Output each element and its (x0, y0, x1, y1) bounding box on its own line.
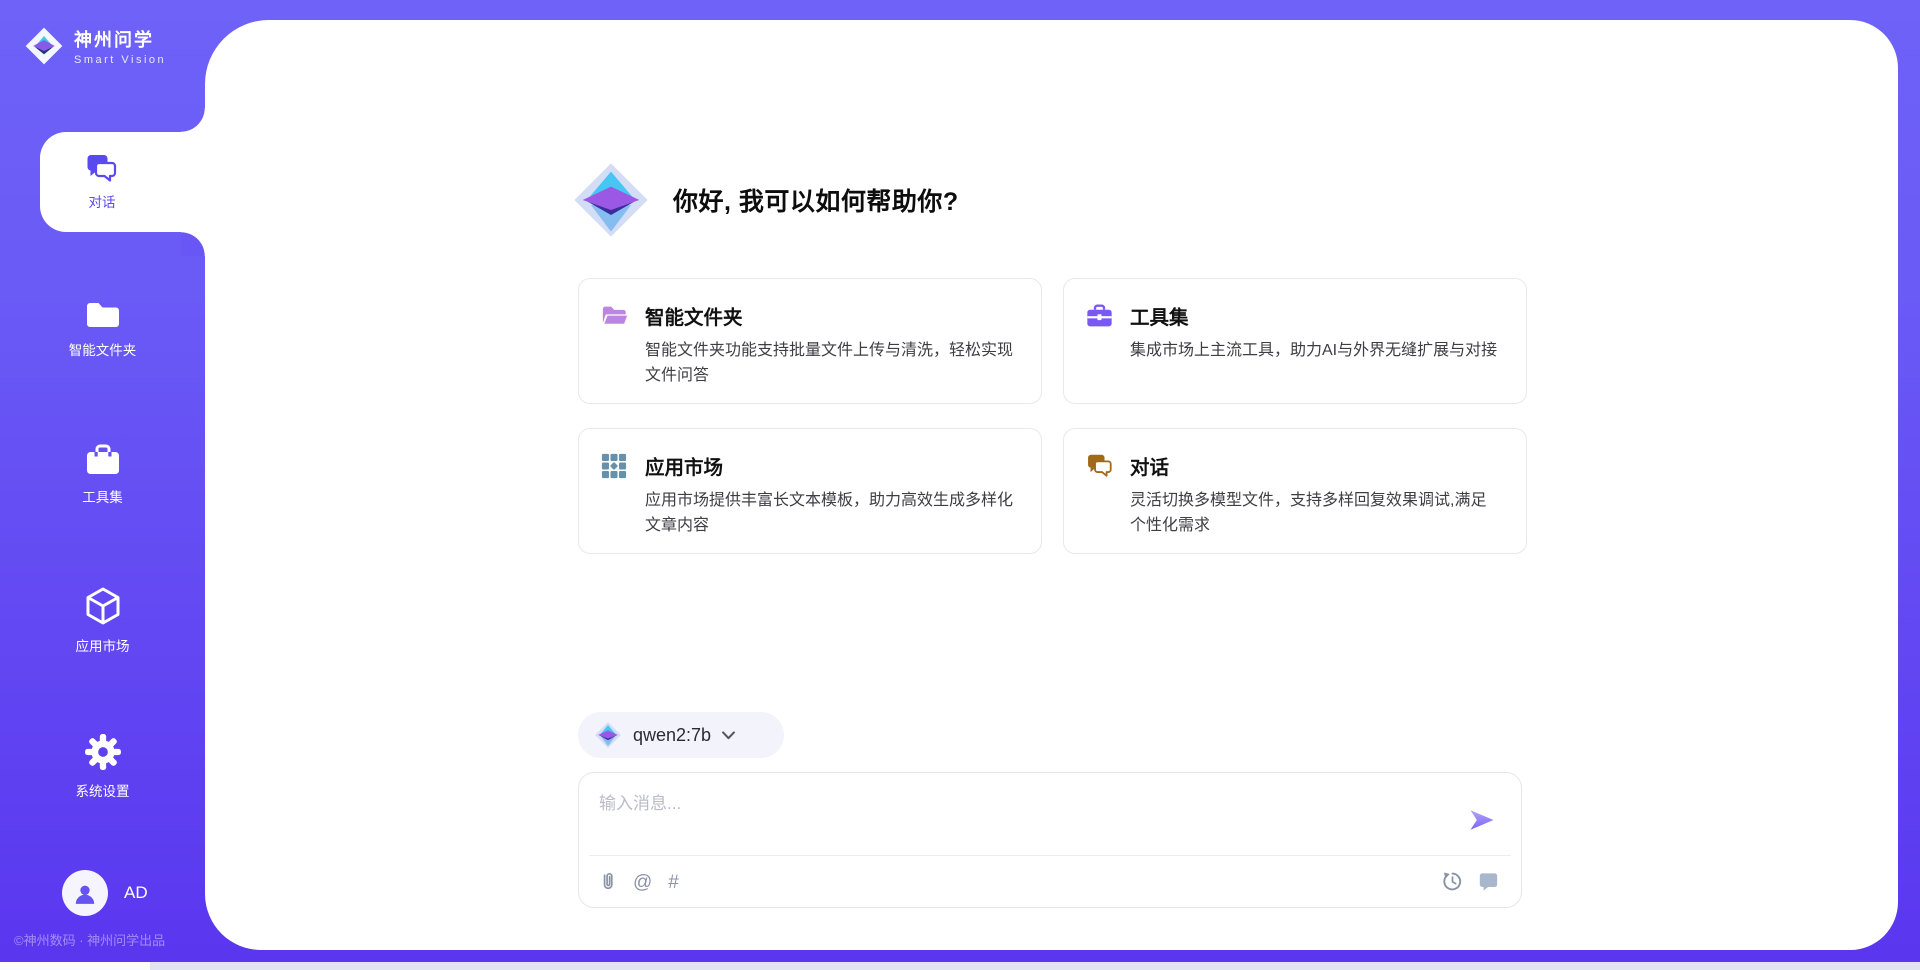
user-name: AD (124, 883, 148, 903)
greeting-title: 你好, 我可以如何帮助你? (673, 182, 959, 218)
briefcase-icon (1086, 301, 1114, 403)
card-body: 对话 灵活切换多模型文件，支持多样回复效果调试,满足个性化需求 (1130, 451, 1502, 553)
folder-icon (85, 298, 121, 330)
send-button[interactable] (1469, 809, 1495, 831)
card-chat[interactable]: 对话 灵活切换多模型文件，支持多样回复效果调试,满足个性化需求 (1063, 428, 1527, 554)
sidebar-item-label: 对话 (89, 191, 116, 211)
composer-tools: @ # (599, 871, 679, 893)
sidebar-item-label: 应用市场 (76, 635, 130, 655)
card-description: 灵活切换多模型文件，支持多样回复效果调试,满足个性化需求 (1130, 489, 1502, 539)
attach-file-button[interactable] (599, 871, 617, 893)
model-selector[interactable]: qwen2:7b (578, 712, 784, 758)
briefcase-icon (85, 443, 121, 477)
paperclip-icon (599, 871, 617, 893)
chat-bubbles-icon (1086, 451, 1114, 553)
comment-button[interactable] (1478, 871, 1499, 892)
app-subtitle: Smart Vision (74, 54, 166, 66)
sidebar-item-settings[interactable]: 系统设置 (0, 733, 205, 800)
tab-fillet-top (181, 108, 205, 132)
card-title: 工具集 (1130, 301, 1497, 330)
app-logo-text: 神州问学 Smart Vision (74, 26, 166, 66)
card-body: 智能文件夹 智能文件夹功能支持批量文件上传与清洗，轻松实现文件问答 (645, 301, 1017, 403)
chevron-down-icon (722, 731, 735, 740)
sidebar-item-tools[interactable]: 工具集 (0, 443, 205, 506)
scrollbar-track-segment (0, 962, 150, 970)
greeting: 你好, 我可以如何帮助你? (571, 160, 959, 240)
card-description: 集成市场上主流工具，助力AI与外界无缝扩展与对接 (1130, 339, 1497, 364)
tab-fillet-bottom (181, 232, 205, 256)
diamond-logo-icon (571, 160, 651, 240)
history-button[interactable] (1442, 871, 1463, 892)
sidebar-item-folders[interactable]: 智能文件夹 (0, 298, 205, 359)
diamond-logo-icon (24, 26, 64, 66)
copyright-text: ©神州数码 · 神州问学出品 (14, 930, 165, 949)
card-description: 应用市场提供丰富长文本模板，助力高效生成多样化文章内容 (645, 489, 1017, 539)
history-icon (1442, 871, 1463, 892)
folder-open-icon (601, 301, 629, 403)
sidebar-item-label: 智能文件夹 (69, 339, 137, 359)
horizontal-scrollbar[interactable] (0, 962, 1920, 970)
chat-bubbles-icon (85, 153, 119, 183)
card-body: 应用市场 应用市场提供丰富长文本模板，助力高效生成多样化文章内容 (645, 451, 1017, 553)
card-body: 工具集 集成市场上主流工具，助力AI与外界无缝扩展与对接 (1130, 301, 1497, 403)
diamond-logo-icon (594, 721, 622, 749)
message-input[interactable] (599, 789, 1439, 841)
card-description: 智能文件夹功能支持批量文件上传与清洗，轻松实现文件问答 (645, 339, 1017, 389)
app-title: 神州问学 (74, 26, 166, 52)
send-icon (1469, 809, 1495, 831)
app-logo: 神州问学 Smart Vision (24, 26, 166, 66)
grid-icon (601, 451, 629, 553)
model-name: qwen2:7b (633, 725, 711, 746)
main-panel: 你好, 我可以如何帮助你? 智能文件夹 智能文件夹功能支持批量文件上传与清洗，轻… (205, 20, 1898, 950)
card-smart-folders[interactable]: 智能文件夹 智能文件夹功能支持批量文件上传与清洗，轻松实现文件问答 (578, 278, 1042, 404)
mention-button[interactable]: @ (633, 873, 652, 892)
user-menu[interactable]: AD (62, 870, 148, 916)
composer-divider (589, 855, 1511, 856)
card-toolset[interactable]: 工具集 集成市场上主流工具，助力AI与外界无缝扩展与对接 (1063, 278, 1527, 404)
sidebar-item-apps[interactable]: 应用市场 (0, 586, 205, 655)
cube-icon (83, 586, 123, 626)
card-title: 应用市场 (645, 451, 1017, 480)
gear-icon (84, 733, 122, 771)
avatar (62, 870, 108, 916)
message-composer: @ # (578, 772, 1522, 908)
hash-button[interactable]: # (668, 873, 679, 892)
comment-icon (1478, 871, 1499, 892)
sidebar: 神州问学 Smart Vision 对话 智能文件夹 工具集 应用 (0, 0, 205, 970)
composer-right-tools (1442, 871, 1499, 892)
sidebar-item-chat[interactable]: 对话 (40, 132, 205, 232)
sidebar-item-label: 工具集 (82, 486, 123, 506)
sidebar-item-label: 系统设置 (76, 780, 130, 800)
user-icon (72, 881, 98, 905)
card-title: 对话 (1130, 451, 1502, 480)
card-app-market[interactable]: 应用市场 应用市场提供丰富长文本模板，助力高效生成多样化文章内容 (578, 428, 1042, 554)
card-title: 智能文件夹 (645, 301, 1017, 330)
feature-cards: 智能文件夹 智能文件夹功能支持批量文件上传与清洗，轻松实现文件问答 工具集 集成… (578, 278, 1527, 554)
